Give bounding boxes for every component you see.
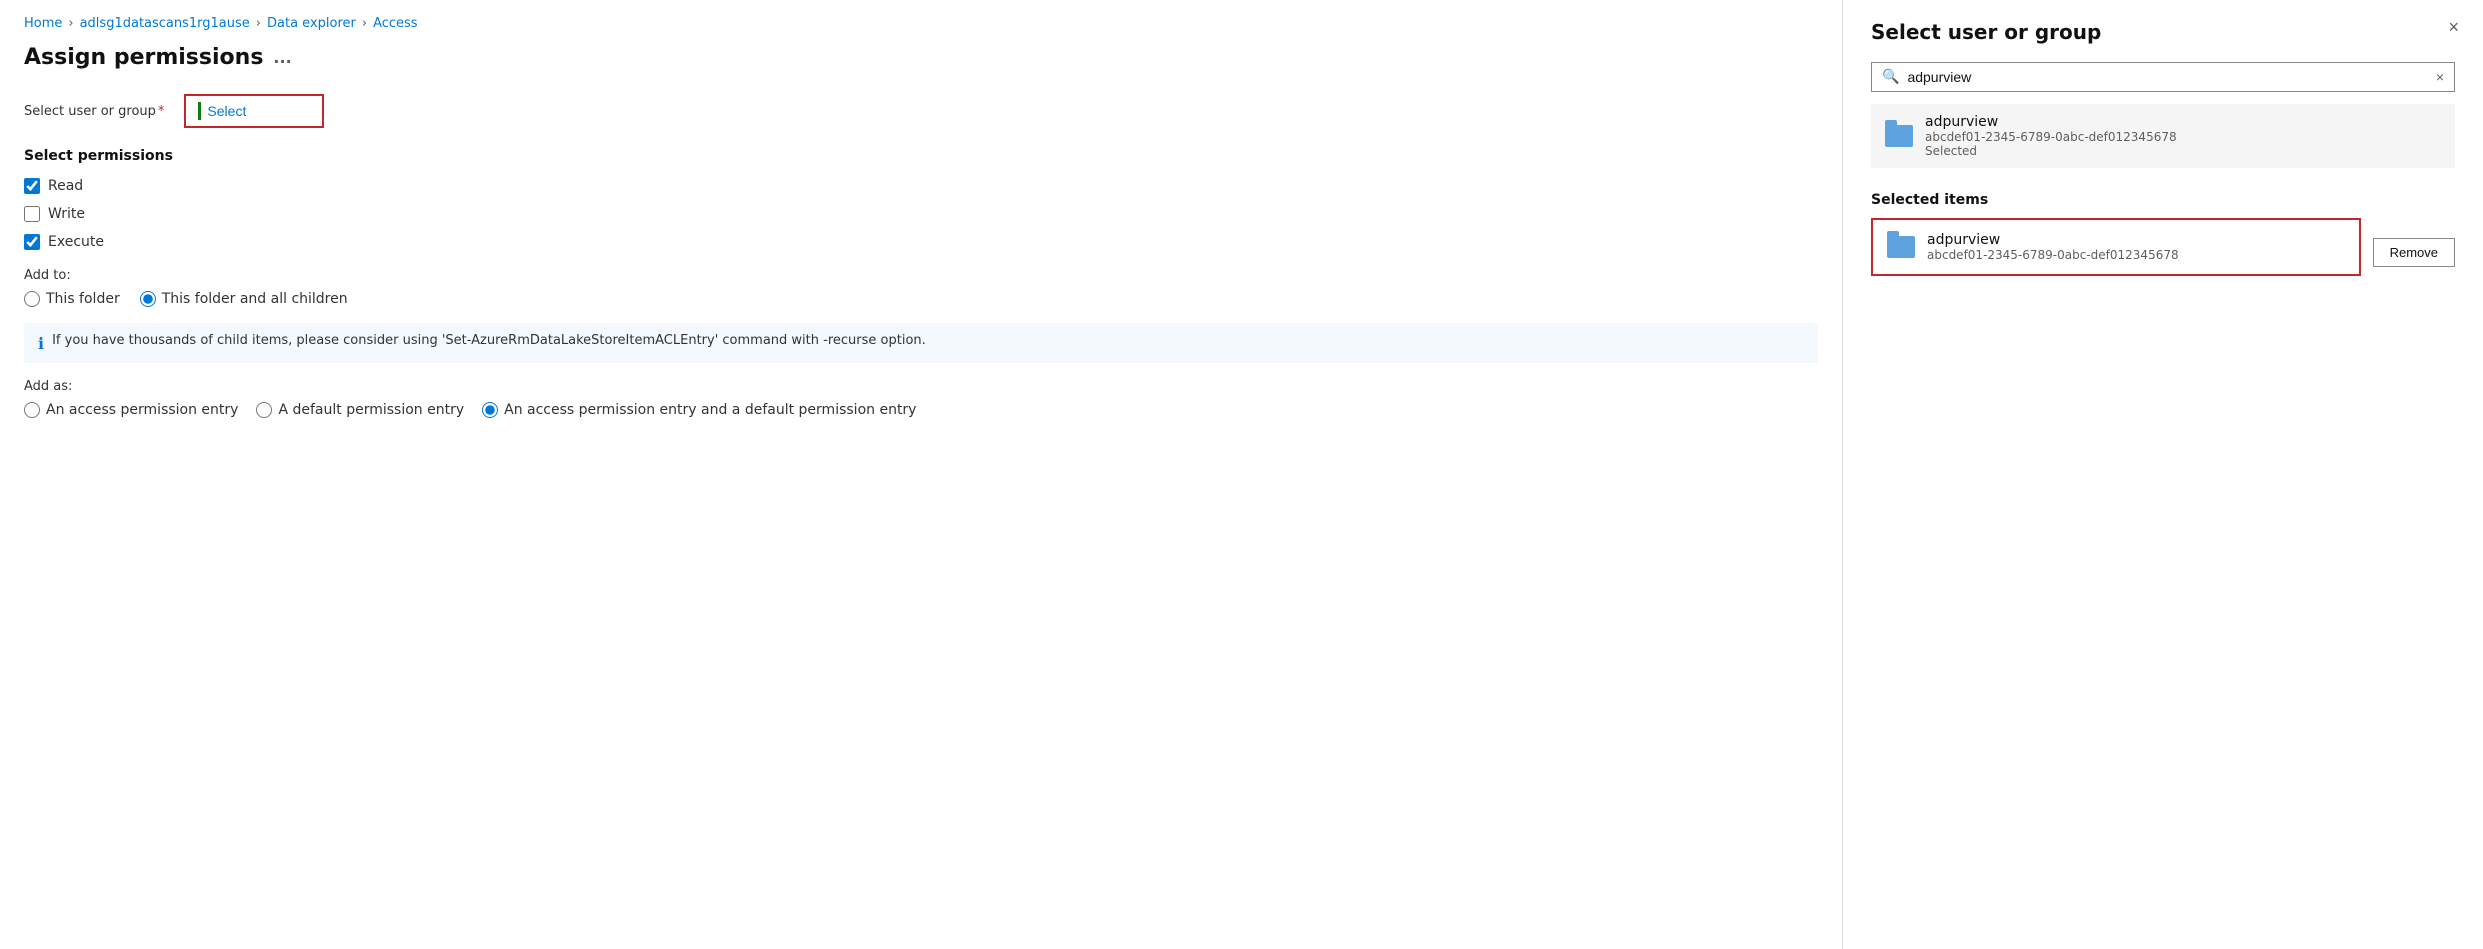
this-folder-radio[interactable] <box>24 291 40 307</box>
breadcrumb-data-explorer[interactable]: Data explorer <box>267 16 356 31</box>
breadcrumb-storage[interactable]: adlsg1datascans1rg1ause <box>80 16 250 31</box>
add-as-label: Add as: <box>24 379 1818 394</box>
close-button[interactable]: × <box>2448 18 2459 36</box>
selected-items-label: Selected items <box>1871 192 2455 208</box>
add-as-radio-group: An access permission entry A default per… <box>24 402 1818 418</box>
access-entry-label[interactable]: An access permission entry <box>46 402 238 418</box>
default-entry-radio[interactable] <box>256 402 272 418</box>
right-panel: Select user or group × 🔍 × adpurview abc… <box>1843 0 2483 949</box>
write-label[interactable]: Write <box>48 206 85 222</box>
write-checkbox-row: Write <box>24 206 1818 222</box>
result-id: abcdef01-2345-6789-0abc-def012345678 <box>1925 130 2441 144</box>
search-results: adpurview abcdef01-2345-6789-0abc-def012… <box>1871 104 2455 168</box>
info-box: ℹ If you have thousands of child items, … <box>24 323 1818 363</box>
search-clear-button[interactable]: × <box>2436 69 2444 85</box>
add-to-label: Add to: <box>24 268 1818 283</box>
both-entry-radio[interactable] <box>482 402 498 418</box>
breadcrumb: Home › adlsg1datascans1rg1ause › Data ex… <box>24 16 1818 31</box>
read-checkbox-row: Read <box>24 178 1818 194</box>
write-checkbox[interactable] <box>24 206 40 222</box>
this-folder-all-label[interactable]: This folder and all children <box>162 291 348 307</box>
radio-this-folder-all: This folder and all children <box>140 291 348 307</box>
this-folder-label[interactable]: This folder <box>46 291 120 307</box>
search-box: 🔍 × <box>1871 62 2455 92</box>
left-panel: Home › adlsg1datascans1rg1ause › Data ex… <box>0 0 1843 949</box>
panel-title: Select user or group <box>1871 20 2455 44</box>
execute-label[interactable]: Execute <box>48 234 104 250</box>
remove-button[interactable]: Remove <box>2373 238 2455 267</box>
permissions-label: Select permissions <box>24 148 1818 164</box>
execute-checkbox[interactable] <box>24 234 40 250</box>
radio-access-entry: An access permission entry <box>24 402 238 418</box>
read-checkbox[interactable] <box>24 178 40 194</box>
result-name: adpurview <box>1925 114 2441 130</box>
selected-info: adpurview abcdef01-2345-6789-0abc-def012… <box>1927 232 2345 262</box>
radio-default-entry: A default permission entry <box>256 402 464 418</box>
select-button-wrapper: Select <box>184 94 324 128</box>
info-icon: ℹ <box>38 334 44 353</box>
this-folder-all-radio[interactable] <box>140 291 156 307</box>
both-entry-label[interactable]: An access permission entry and a default… <box>504 402 916 418</box>
add-as-section: Add as: An access permission entry A def… <box>24 379 1818 418</box>
result-item[interactable]: adpurview abcdef01-2345-6789-0abc-def012… <box>1871 104 2455 168</box>
search-icon: 🔍 <box>1882 69 1899 85</box>
selected-item-card: adpurview abcdef01-2345-6789-0abc-def012… <box>1871 218 2361 276</box>
search-input[interactable] <box>1907 69 2427 85</box>
page-title: Assign permissions ... <box>24 45 1818 70</box>
selected-folder-icon <box>1887 236 1915 258</box>
page-options-button[interactable]: ... <box>273 48 291 67</box>
execute-checkbox-row: Execute <box>24 234 1818 250</box>
breadcrumb-access[interactable]: Access <box>373 16 418 31</box>
result-status: Selected <box>1925 144 2441 158</box>
add-to-radio-group: This folder This folder and all children <box>24 291 1818 307</box>
radio-this-folder: This folder <box>24 291 120 307</box>
selected-name: adpurview <box>1927 232 2345 248</box>
selected-id: abcdef01-2345-6789-0abc-def012345678 <box>1927 248 2345 262</box>
result-info: adpurview abcdef01-2345-6789-0abc-def012… <box>1925 114 2441 158</box>
read-label[interactable]: Read <box>48 178 83 194</box>
folder-icon <box>1885 125 1913 147</box>
select-user-button[interactable]: Select <box>198 102 246 120</box>
breadcrumb-home[interactable]: Home <box>24 16 62 31</box>
selected-item-row: adpurview abcdef01-2345-6789-0abc-def012… <box>1871 218 2455 286</box>
info-text: If you have thousands of child items, pl… <box>52 333 926 348</box>
default-entry-label[interactable]: A default permission entry <box>278 402 464 418</box>
access-entry-radio[interactable] <box>24 402 40 418</box>
radio-both-entry: An access permission entry and a default… <box>482 402 916 418</box>
add-to-section: Add to: This folder This folder and all … <box>24 268 1818 307</box>
select-bar-icon <box>198 102 201 120</box>
user-group-field: Select user or group* Select <box>24 94 1818 128</box>
user-group-label: Select user or group* <box>24 104 164 119</box>
